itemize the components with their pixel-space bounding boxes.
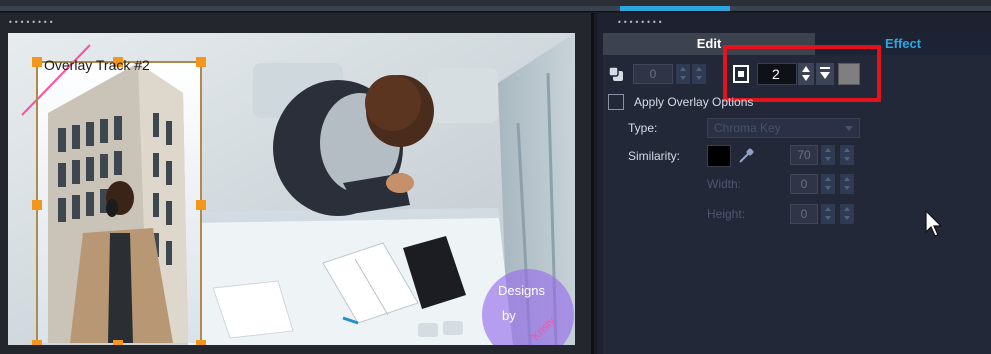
width-label: Width: [707, 177, 742, 191]
overlay-track-title: Overlay Track #2 [44, 57, 150, 73]
chevron-down-icon [845, 126, 853, 131]
watermark-text-line1: Designs [498, 283, 545, 298]
key-color-swatch[interactable] [707, 145, 731, 167]
opacity-input[interactable]: 0 [633, 64, 673, 84]
apply-overlay-checkbox[interactable] [608, 94, 624, 110]
similarity-spinner[interactable] [821, 145, 835, 165]
similarity-label: Similarity: [628, 149, 681, 163]
height-label: Height: [707, 207, 746, 221]
similarity-input[interactable]: 70 [790, 145, 818, 165]
timeline-ruler-segment [0, 6, 500, 11]
active-ruler-segment [620, 6, 730, 11]
resize-handle-left[interactable] [32, 200, 42, 210]
opacity-dropdown-button[interactable] [692, 64, 706, 84]
highlight-annotation [723, 45, 881, 102]
watermark-text-line2: by [502, 308, 516, 323]
mouse-cursor-icon [925, 210, 943, 237]
resize-handle-top-left[interactable] [32, 57, 42, 67]
preview-stage[interactable]: Designs by Kristy Overlay Track #2 [8, 33, 575, 345]
type-label: Type: [628, 121, 658, 135]
width-input[interactable]: 0 [790, 174, 818, 194]
height-input[interactable]: 0 [790, 204, 818, 224]
preview-panel: •••••••• Designs by Kristy Overlay Track… [0, 13, 594, 354]
resize-handle-top-right[interactable] [196, 57, 206, 67]
overlay-selection-box[interactable] [36, 61, 202, 345]
type-select[interactable]: Chroma Key [707, 118, 860, 138]
height-dropdown-button[interactable] [840, 204, 854, 224]
resize-handle-bottom[interactable] [113, 340, 123, 345]
timeline-ruler-segment [500, 6, 620, 11]
eyedropper-icon[interactable] [737, 147, 755, 165]
type-select-value: Chroma Key [714, 121, 781, 135]
height-spinner[interactable] [821, 204, 835, 224]
width-dropdown-button[interactable] [840, 174, 854, 194]
panel-grip-handle[interactable]: •••••••• [617, 18, 664, 27]
apply-overlay-label: Apply Overlay Options [634, 95, 754, 109]
opacity-spinner[interactable] [676, 64, 690, 84]
panel-grip-handle[interactable]: •••••••• [8, 18, 55, 27]
timeline-ruler-segment [730, 6, 991, 11]
opacity-icon [608, 66, 623, 81]
top-toolbar-strip [0, 0, 991, 12]
video-editor-window: •••••••• Designs by Kristy Overlay Track… [0, 0, 991, 354]
resize-handle-right[interactable] [196, 200, 206, 210]
width-spinner[interactable] [821, 174, 835, 194]
similarity-dropdown-button[interactable] [840, 145, 854, 165]
resize-handle-bottom-left[interactable] [32, 340, 42, 345]
resize-handle-bottom-right[interactable] [196, 340, 206, 345]
